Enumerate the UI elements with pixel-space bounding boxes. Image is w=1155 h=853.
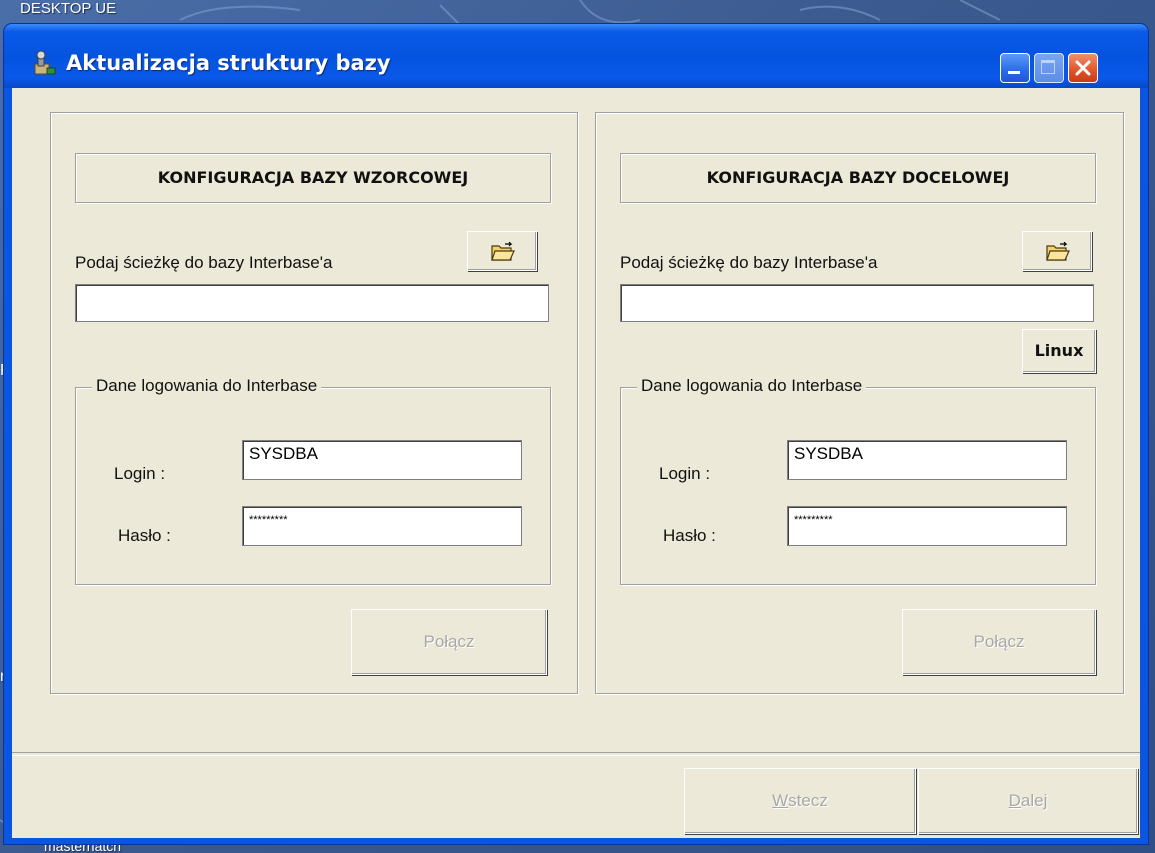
window-client-area: KONFIGURACJA BAZY WZORCOWEJ Podaj ścieżk…	[12, 88, 1140, 838]
source-connect-button[interactable]: Połącz	[351, 609, 547, 675]
source-database-panel: KONFIGURACJA BAZY WZORCOWEJ Podaj ścieżk…	[50, 112, 578, 694]
open-folder-icon	[1046, 242, 1070, 261]
open-folder-icon	[491, 242, 515, 261]
source-path-input[interactable]	[75, 284, 549, 322]
target-path-input[interactable]	[620, 284, 1094, 322]
window-title: Aktualizacja struktury bazy	[66, 51, 391, 75]
title-bar[interactable]: Aktualizacja struktury bazy	[4, 24, 1148, 88]
target-credentials-group: Dane logowania do Interbase Login : SYSD…	[620, 376, 1096, 585]
desktop-icon-label[interactable]: DESKTOP UE	[20, 0, 116, 17]
linux-button[interactable]: Linux	[1022, 329, 1096, 373]
app-window: Aktualizacja struktury bazy KONFIGURACJA…	[4, 24, 1148, 844]
back-button-label: stecz	[788, 791, 828, 810]
next-button-label: alej	[1020, 791, 1048, 810]
target-password-label: Hasło :	[663, 526, 716, 545]
target-path-label: Podaj ścieżkę do bazy Interbase'a	[620, 253, 878, 272]
footer-separator	[12, 752, 1140, 756]
target-credentials-legend: Dane logowania do Interbase	[637, 376, 867, 396]
minimize-icon	[1008, 71, 1020, 74]
maximize-button	[1034, 53, 1064, 83]
target-database-panel: KONFIGURACJA BAZY DOCELOWEJ Podaj ścieżk…	[595, 112, 1124, 694]
target-browse-button[interactable]	[1022, 231, 1092, 271]
next-button[interactable]: Dalej	[918, 768, 1138, 834]
target-login-input[interactable]: SYSDBA	[787, 440, 1067, 480]
source-path-label: Podaj ścieżkę do bazy Interbase'a	[75, 253, 333, 272]
back-button-mnemonic: W	[772, 791, 789, 810]
source-browse-button[interactable]	[467, 231, 537, 271]
next-button-mnemonic: D	[1008, 791, 1021, 810]
wrench-app-icon	[34, 50, 56, 75]
source-credentials-group: Dane logowania do Interbase Login : SYSD…	[75, 376, 551, 585]
maximize-icon	[1041, 60, 1055, 74]
close-icon	[1075, 60, 1091, 76]
minimize-button[interactable]	[1000, 53, 1030, 83]
target-login-label: Login :	[659, 464, 711, 483]
source-login-label: Login :	[114, 464, 166, 483]
source-credentials-legend: Dane logowania do Interbase	[92, 376, 322, 396]
close-button[interactable]	[1068, 53, 1098, 83]
back-button[interactable]: Wstecz	[684, 768, 916, 834]
source-panel-header: KONFIGURACJA BAZY WZORCOWEJ	[75, 153, 551, 203]
target-panel-header: KONFIGURACJA BAZY DOCELOWEJ	[620, 153, 1096, 203]
source-password-label: Hasło :	[118, 526, 171, 545]
source-login-input[interactable]: SYSDBA	[242, 440, 522, 480]
target-password-input[interactable]: *********	[787, 506, 1067, 546]
target-connect-button[interactable]: Połącz	[902, 609, 1096, 675]
source-password-input[interactable]: *********	[242, 506, 522, 546]
